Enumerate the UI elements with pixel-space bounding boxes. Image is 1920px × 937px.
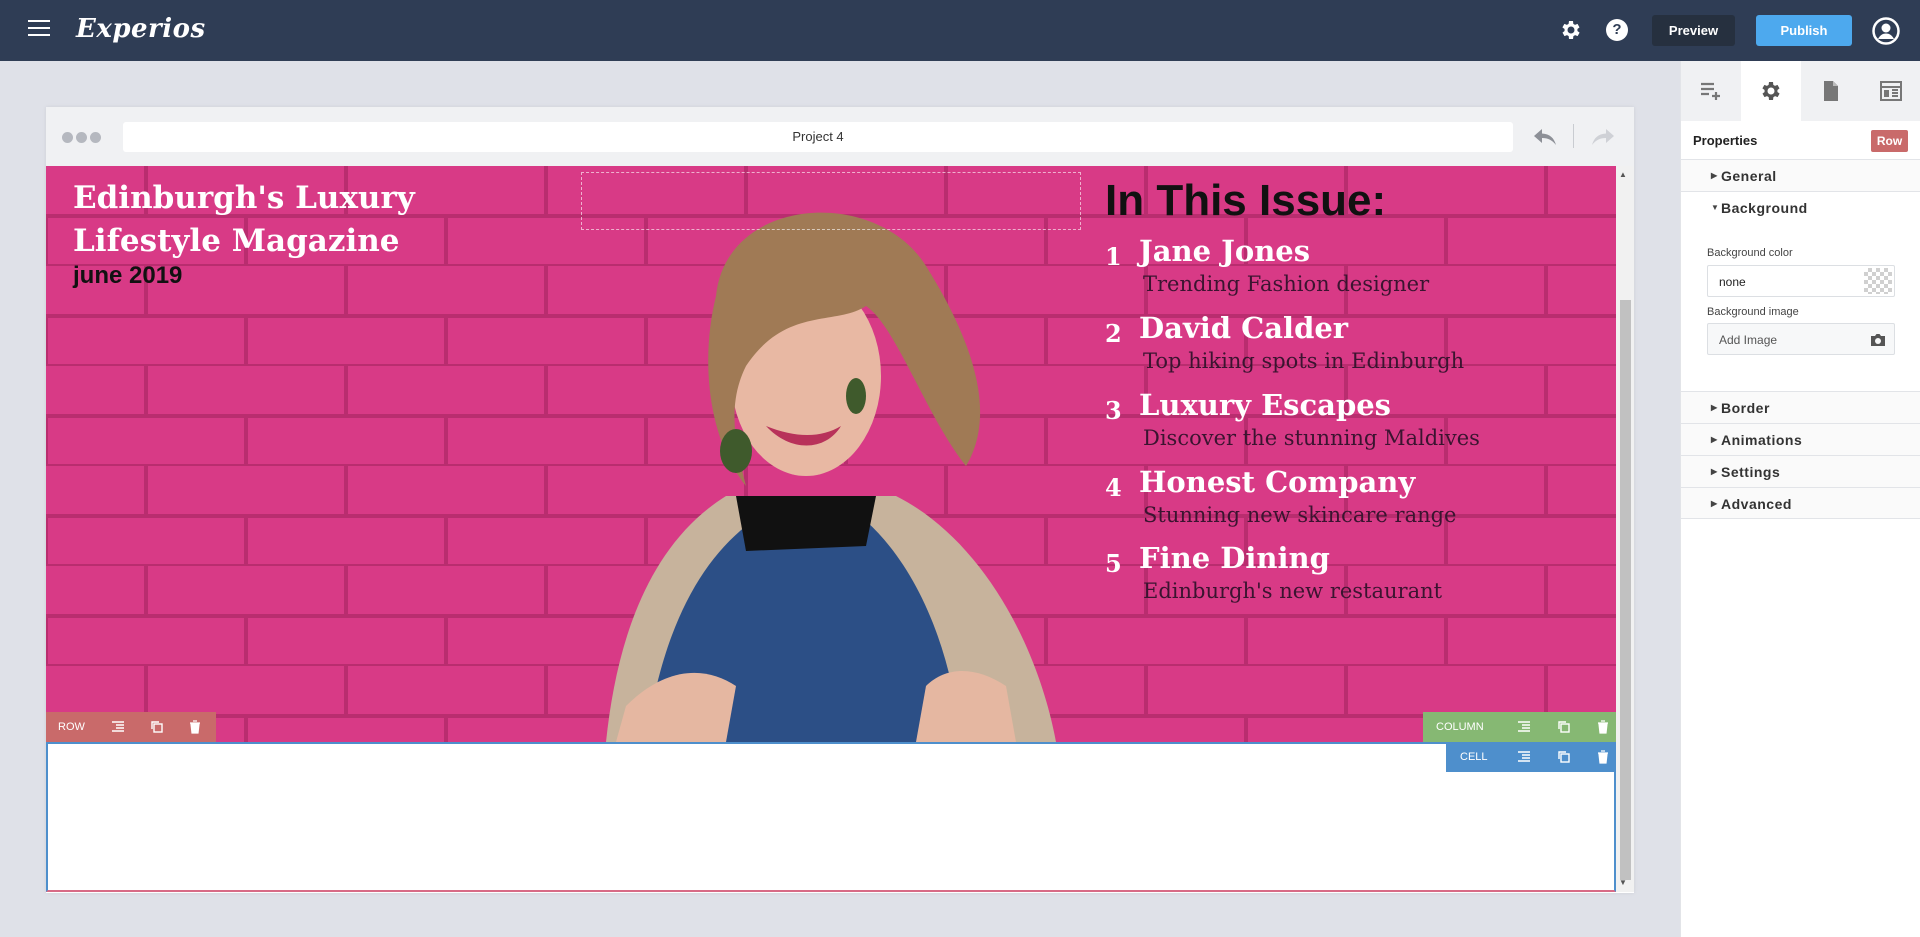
issue-item-number: 2 [1105,319,1122,348]
empty-cell-placeholder[interactable] [581,172,1081,230]
issue-heading: In This Issue: [1105,176,1387,225]
cell-duplicate-icon[interactable] [1556,749,1572,765]
gear-icon [1762,82,1780,100]
section-settings[interactable]: ▶ Settings [1681,455,1920,487]
section-general-label: General [1721,168,1777,184]
column-duplicate-icon[interactable] [1556,719,1572,735]
color-swatch-icon[interactable] [1864,268,1892,294]
row-toolbar-label: ROW [58,721,85,733]
section-border[interactable]: ▶ Border [1681,391,1920,423]
background-color-field[interactable]: none [1707,265,1895,297]
section-settings-label: Settings [1721,464,1781,480]
issue-item-title: Honest Company [1139,465,1416,499]
column-toolbar-label: COLUMN [1436,721,1484,733]
background-image-field[interactable]: Add Image [1707,323,1895,355]
user-avatar-icon[interactable] [1872,17,1900,45]
issue-item-subtitle: Top hiking spots in Edinburgh [1143,349,1465,373]
section-advanced-label: Advanced [1721,496,1792,512]
issue-item-title: Jane Jones [1139,234,1311,268]
scroll-down-arrow-icon[interactable]: ▼ [1619,878,1627,887]
row-toolbar: ROW [46,712,216,742]
section-background[interactable]: ▼ Background [1681,191,1920,223]
caret-right-icon: ▶ [1711,171,1718,180]
issue-date: june 2019 [73,262,183,289]
issue-item-title: Fine Dining [1139,541,1330,575]
caret-right-icon: ▶ [1711,467,1718,476]
caret-right-icon: ▶ [1711,435,1718,444]
tab-pages[interactable] [1801,61,1861,121]
issue-item-number: 1 [1105,242,1122,271]
cell-delete-icon[interactable] [1595,749,1611,765]
caret-right-icon: ▶ [1711,403,1718,412]
cell-toolbar-label: CELL [1460,751,1488,763]
properties-title: Properties [1693,133,1758,148]
row-settings-icon[interactable] [110,719,126,735]
settings-gear-icon[interactable] [1559,18,1583,42]
magazine-title: Edinburgh's Luxury Lifestyle Magazine [73,180,415,259]
add-image-placeholder: Add Image [1719,333,1778,347]
row-duplicate-icon[interactable] [149,719,165,735]
browser-bar: Project 4 [46,107,1634,166]
top-bar: Experios ? Preview Publish [0,0,1920,61]
section-animations[interactable]: ▶ Animations [1681,423,1920,455]
preview-button[interactable]: Preview [1652,15,1735,46]
column-toolbar: COLUMN [1423,712,1616,742]
section-animations-label: Animations [1721,432,1803,448]
caret-down-icon: ▼ [1711,203,1720,212]
issue-item-title: Luxury Escapes [1139,388,1392,422]
toolbar-divider [1573,124,1574,148]
issue-item-subtitle: Stunning new skincare range [1143,503,1457,527]
column-delete-icon[interactable] [1595,719,1611,735]
section-background-label: Background [1721,200,1808,216]
section-general[interactable]: ▶ General [1681,159,1920,191]
empty-content-row[interactable] [46,742,1616,892]
add-list-icon [1701,82,1720,100]
properties-panel: Properties ▶ General ▼ Background Backgr… [1680,61,1920,937]
app-logo: Experios [76,14,206,44]
background-color-value: none [1719,275,1746,289]
panel-tabs [1681,61,1920,121]
hamburger-menu-icon[interactable] [28,20,50,40]
cell-toolbar: CELL [1446,742,1616,772]
selected-row-badge: Row [1871,130,1908,152]
section-advanced[interactable]: ▶ Advanced [1681,487,1920,519]
background-color-label: Background color [1707,247,1793,259]
camera-icon[interactable] [1870,333,1886,347]
hero-image-row[interactable]: Edinburgh's Luxury Lifestyle Magazine ju… [46,166,1616,742]
project-url-bar: Project 4 [123,122,1513,152]
issue-item-number: 4 [1105,473,1122,502]
redo-icon[interactable] [1590,125,1616,149]
publish-button[interactable]: Publish [1756,15,1852,46]
document-icon [1824,81,1838,101]
issue-item-number: 5 [1105,549,1122,578]
scrollbar-thumb[interactable] [1620,300,1631,880]
issue-item-title: David Calder [1139,311,1349,345]
window-dots-icon [62,130,104,148]
help-icon[interactable]: ? [1606,19,1628,41]
issue-item-subtitle: Edinburgh's new restaurant [1143,579,1443,603]
tab-properties[interactable] [1741,61,1801,121]
section-border-label: Border [1721,400,1770,416]
caret-right-icon: ▶ [1711,499,1718,508]
row-delete-icon[interactable] [187,719,203,735]
background-image-label: Background image [1707,306,1799,318]
undo-icon[interactable] [1532,125,1558,149]
scroll-up-arrow-icon[interactable]: ▲ [1619,170,1627,179]
column-settings-icon[interactable] [1516,719,1532,735]
issue-item-subtitle: Discover the stunning Maldives [1143,426,1480,450]
cell-settings-icon[interactable] [1516,749,1532,765]
tab-layout[interactable] [1861,61,1920,121]
issue-item-number: 3 [1105,396,1122,425]
issue-item-subtitle: Trending Fashion designer [1143,272,1430,296]
layout-icon [1880,81,1902,101]
tab-add-elements[interactable] [1681,61,1741,121]
